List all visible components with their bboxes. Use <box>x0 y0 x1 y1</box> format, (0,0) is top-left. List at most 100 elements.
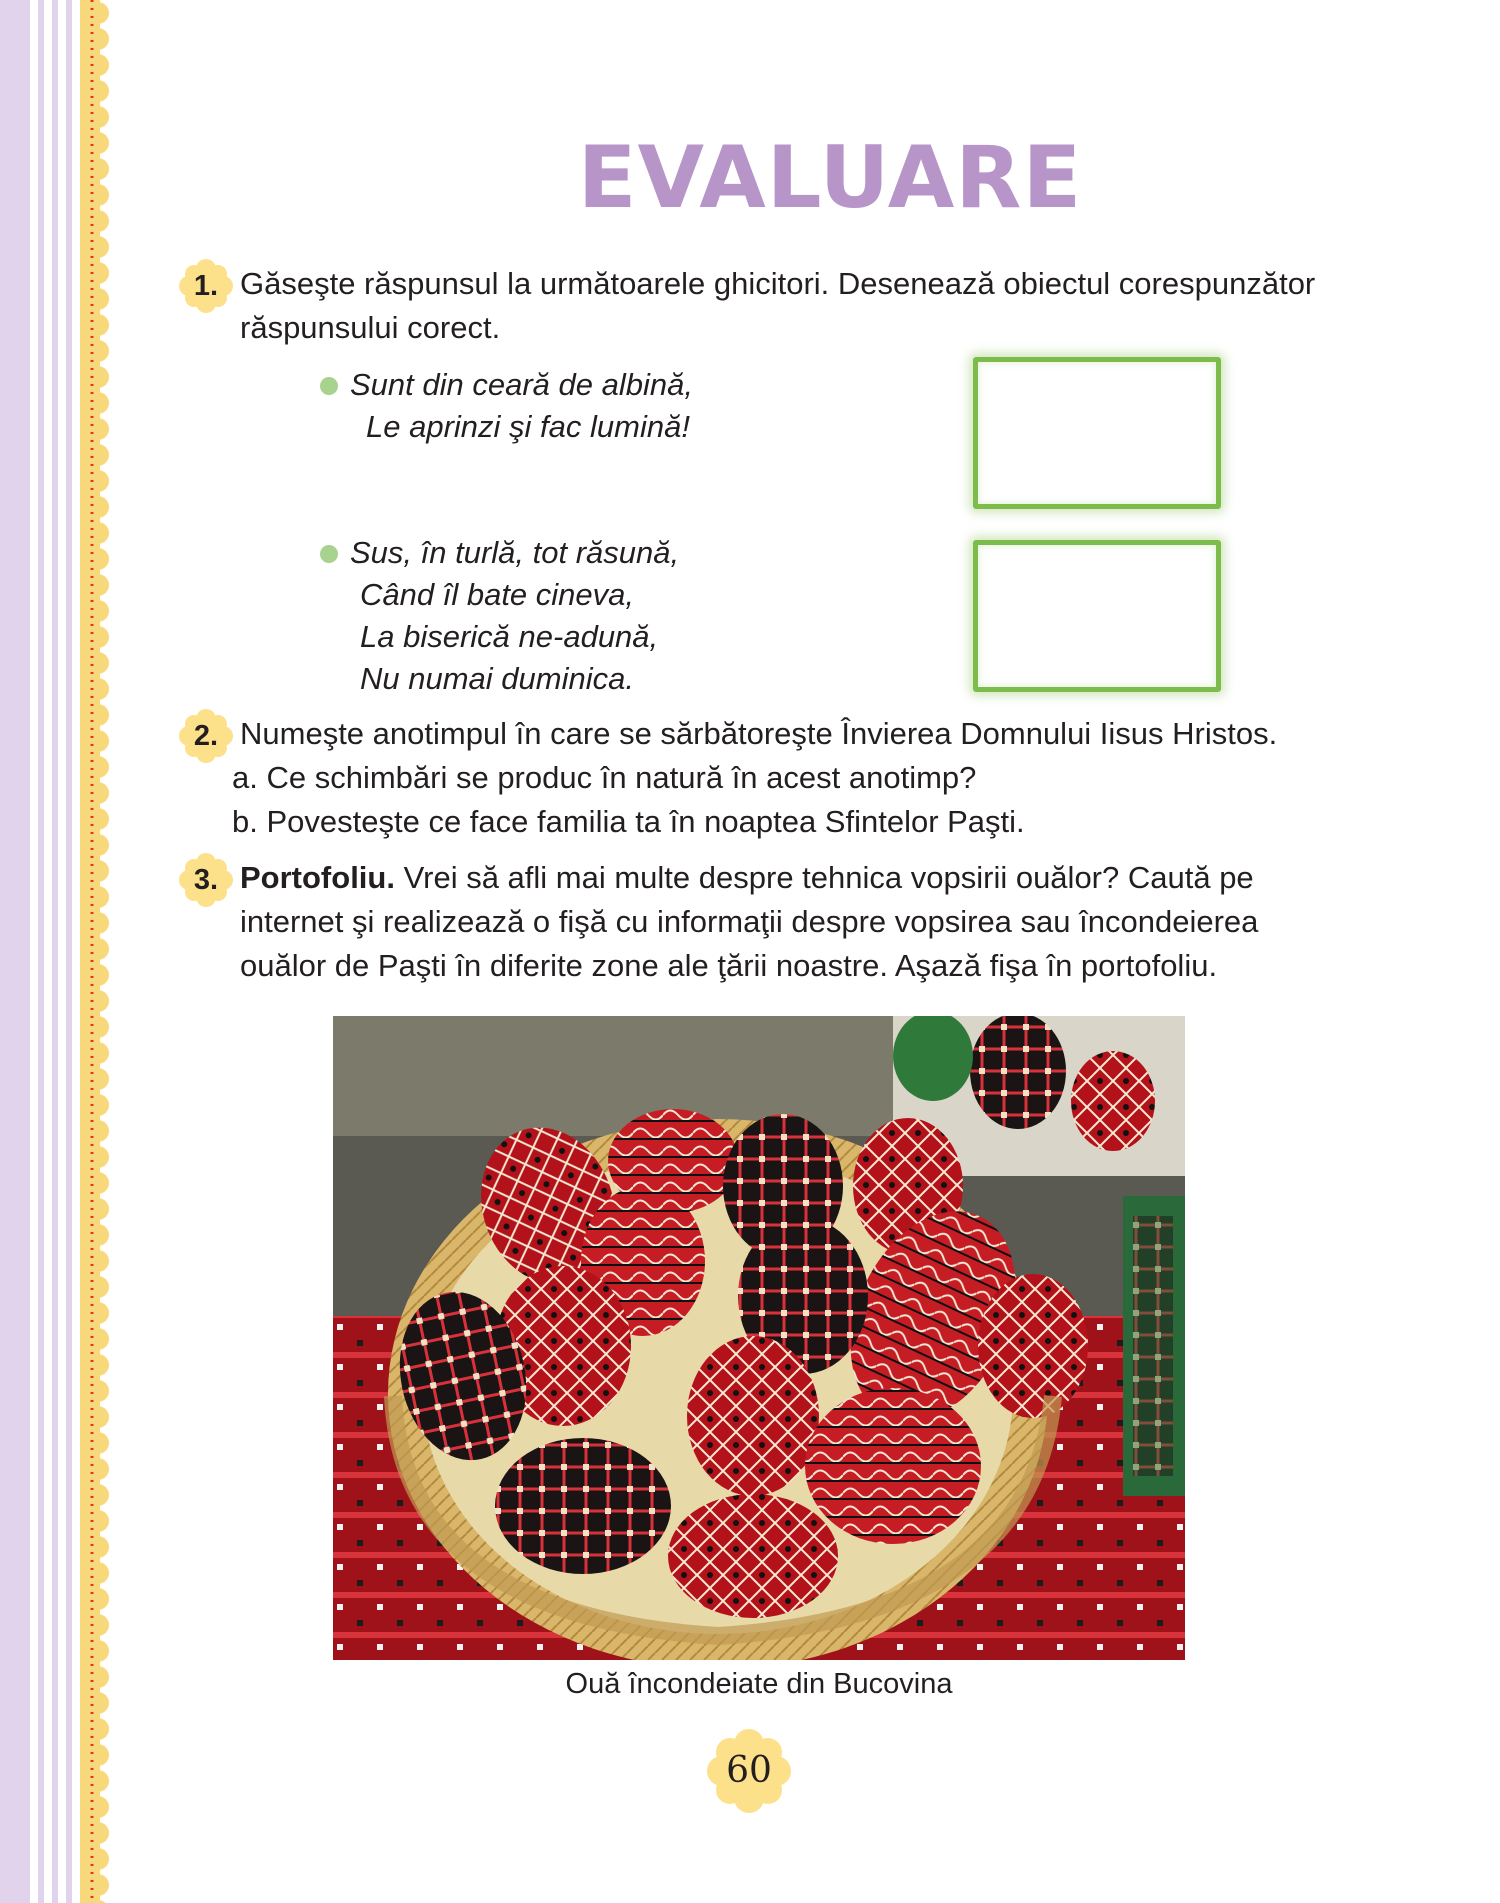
riddle-2-line2: Când îl bate cineva, <box>360 577 635 612</box>
border-scallop <box>87 1328 109 1350</box>
border-scallop <box>87 886 109 908</box>
border-scallop <box>87 782 109 804</box>
border-scallop <box>87 1042 109 1064</box>
decorative-page-border <box>0 0 110 1903</box>
easter-eggs-photo <box>333 1016 1185 1660</box>
border-scallop <box>87 626 109 648</box>
exercise-3-line1-text: Vrei să afli mai multe despre tehnica vo… <box>403 860 1254 895</box>
exercise-2-text: Numeşte anotimpul în care se sărbătoreşt… <box>232 712 1278 844</box>
border-scallop <box>87 990 109 1012</box>
border-scallop <box>87 1536 109 1558</box>
border-scallop <box>87 470 109 492</box>
exercise-2-question: Numeşte anotimpul în care se sărbătoreşt… <box>240 716 1278 751</box>
border-scallop <box>87 1458 109 1480</box>
border-scallop <box>87 1406 109 1428</box>
riddle-2-line4: Nu numai duminica. <box>360 661 634 696</box>
border-scallop <box>87 418 109 440</box>
border-scallop <box>87 1198 109 1220</box>
border-scallop <box>87 912 109 934</box>
border-scallop <box>87 1692 109 1714</box>
border-scallop <box>87 808 109 830</box>
border-scallop <box>87 1172 109 1194</box>
border-scallop <box>87 1302 109 1324</box>
border-scallop <box>87 1588 109 1610</box>
border-scallop <box>87 1094 109 1116</box>
exercise-3-line1: Portofoliu. Vrei să afli mai multe despr… <box>240 856 1258 900</box>
riddle-2-line1: Sus, în turlă, tot răsună, <box>350 535 680 570</box>
exercise-2-number: 2. <box>193 720 219 752</box>
riddle-1-answer-box[interactable] <box>973 357 1221 509</box>
border-scallop <box>87 574 109 596</box>
riddle-1: Sunt din ceară de albină, Le aprinzi şi … <box>350 364 693 448</box>
border-scallop <box>87 210 109 232</box>
border-scallop <box>87 158 109 180</box>
border-scallop <box>87 1068 109 1090</box>
border-scallop <box>87 106 109 128</box>
border-scallop <box>87 28 109 50</box>
riddle-2-answer-box[interactable] <box>973 540 1221 692</box>
exercise-1-number: 1. <box>193 270 219 302</box>
border-scallop <box>87 314 109 336</box>
exercise-3-number: 3. <box>193 864 219 896</box>
border-scallop <box>87 366 109 388</box>
border-scallop <box>87 1562 109 1584</box>
border-scallop <box>87 1120 109 1142</box>
page-title: EVALUARE <box>577 128 1083 228</box>
border-scallop <box>87 756 109 778</box>
exercise-3-line3: ouălor de Paşti în diferite zone ale ţăr… <box>240 948 1218 983</box>
border-scallop <box>87 262 109 284</box>
border-scallop <box>87 652 109 674</box>
exercise-2-badge: 2. <box>178 708 234 764</box>
border-scallop <box>87 1848 109 1870</box>
exercise-1-line2: răspunsului corect. <box>240 310 501 345</box>
exercise-1-text: Găseşte răspunsul la următoarele ghicito… <box>240 262 1315 350</box>
border-scallop <box>87 1484 109 1506</box>
portfolio-label: Portofoliu. <box>240 860 395 895</box>
border-scallop <box>87 1770 109 1792</box>
exercise-1-badge: 1. <box>178 258 234 314</box>
exercise-1-line1: Găseşte răspunsul la următoarele ghicito… <box>240 266 1316 301</box>
exercise-3-line2: internet şi realizează o fişă cu informa… <box>240 904 1259 939</box>
border-scallop <box>87 522 109 544</box>
border-scallop <box>87 288 109 310</box>
exercise-3-badge: 3. <box>178 852 234 908</box>
border-scallop <box>87 1380 109 1402</box>
exercise-2-sub-a: a. Ce schimbări se produc în natură în a… <box>232 760 977 795</box>
border-scallop <box>87 548 109 570</box>
border-scallop <box>87 704 109 726</box>
riddle-2-bullet <box>320 545 338 563</box>
border-scallop <box>87 1146 109 1168</box>
border-scallop <box>87 2 109 24</box>
border-scallop <box>87 678 109 700</box>
border-scallop <box>87 1432 109 1454</box>
border-scallop <box>87 1640 109 1662</box>
riddle-1-bullet <box>320 377 338 395</box>
border-scallop <box>87 184 109 206</box>
riddle-1-line2: Le aprinzi şi fac lumină! <box>366 409 690 444</box>
border-scallop <box>87 1250 109 1272</box>
border-scallop <box>87 1276 109 1298</box>
border-scallop <box>87 1822 109 1844</box>
exercise-3-text: Portofoliu. Vrei să afli mai multe despr… <box>240 856 1258 988</box>
border-scallop <box>87 600 109 622</box>
page-number: 60 <box>726 1750 772 1791</box>
border-scallop <box>87 1666 109 1688</box>
border-scallop <box>87 730 109 752</box>
border-scallop <box>87 1224 109 1246</box>
border-scallop <box>87 80 109 102</box>
border-scallop <box>87 54 109 76</box>
border-scallop <box>87 964 109 986</box>
border-scallop <box>87 340 109 362</box>
border-scallop <box>87 860 109 882</box>
easter-eggs-basket-photo-icon <box>333 1016 1185 1660</box>
border-scallop <box>87 496 109 518</box>
page-number-badge: 60 <box>706 1728 792 1814</box>
border-scallop <box>87 236 109 258</box>
border-scallop <box>87 938 109 960</box>
border-scallop <box>87 132 109 154</box>
riddle-2-line3: La biserică ne-adună, <box>360 619 659 654</box>
border-scallop <box>87 1614 109 1636</box>
exercise-2-sub-b: b. Povesteşte ce face familia ta în noap… <box>232 804 1025 839</box>
border-scallop <box>87 1744 109 1766</box>
border-scallop <box>87 1510 109 1532</box>
